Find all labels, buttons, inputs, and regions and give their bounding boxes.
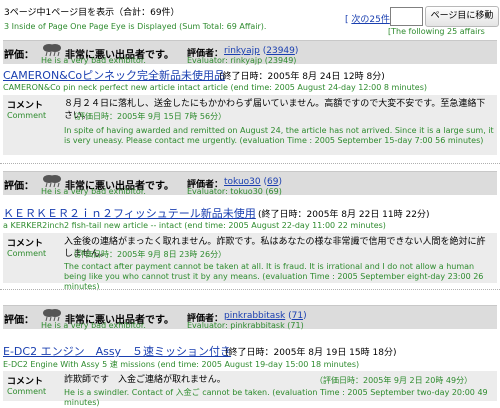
rating-label: 評価： [4,181,34,192]
auction-title-row: E-DC2 エンジン Assy ５速ミッション付き (終了日時：2005年 8月… [3,343,497,359]
auction-end-date: (終了日時：2005年 8月 19日 15時 18分) [225,348,397,358]
evaluator-user: rinkyajp (23949) [224,46,298,56]
evaluator-name-link[interactable]: tokuo30 [224,177,261,187]
feedback-header-bar: 評価： 非常に悪い出品者です。 He is a very bad exhibit… [3,40,497,65]
evaluator-user: pinkrabbitask (71) [224,311,307,321]
auction-end-date: (終了日時：2005年 8月 24日 12時 8分) [219,72,385,82]
evaluator-score-link[interactable]: 23949 [266,46,295,56]
evaluator-score-link[interactable]: 71 [292,311,303,321]
rating-label: 評価： [4,50,34,61]
evaluator-score-close: ) [278,177,282,187]
comment-label: コメント [7,101,44,111]
feedback-header-bar: 評価： 非常に悪い出品者です。 He is a very bad exhibit… [3,171,497,196]
auction-title-row: CAMERON&Coピンネック完全新品未使用品 (終了日時：2005年 8月 2… [3,67,497,83]
page-number-input[interactable] [390,7,423,26]
next-page-nav: [ 次の25件 ] [345,12,396,25]
evaluator-translation: Evaluator: pinkrabbitask (71) [187,321,304,330]
result-count-translation: 3 Inside of Page One Page Eye is Display… [4,22,267,31]
comment-date: （評価日時：2005年 9月 8日 23時 26分） [69,250,227,259]
feedback-item: 評価： 非常に悪い出品者です。 He is a very bad exhibit… [3,305,497,407]
rating-verdict-translation: He is a very bad exhibitor. [41,321,146,330]
auction-title-row: ＫＥＲＫＥＲ２ｉｎ２フィッシュテール新品未使用 (終了日時：2005年 8月 2… [3,205,497,221]
next-25-link[interactable]: 次の25件 [351,15,389,25]
evaluator-translation: Evaluator: rinkyajp (23949) [187,56,297,65]
divider [0,163,500,164]
comment-date: （評価日時：2005年 9月 15日 7時 56分） [69,112,227,121]
evaluator-score-close: ) [303,311,307,321]
comment-box: コメント Comment ８月２４日に落札し、送金したにもかかわらず届いていませ… [3,95,497,155]
results-header: 3ページ中1ページ目を表示（合計：69件） 3 Inside of Page O… [3,3,499,39]
auction-title-translation: a KERKER2inch2 fish-tail new article -- … [3,221,386,230]
comment-box: コメント Comment 詐欺師です 入金ご連絡が取れません。 （評価日時：20… [3,371,497,407]
auction-title-translation: E-DC2 Engine With Assy 5 速 missions (end… [3,360,360,369]
evaluator-translation: Evaluator: tokuo30 (69) [187,187,282,196]
following-affairs-note: [The following 25 affairs [388,27,485,36]
rating-label: 評価： [4,315,34,326]
comment-box: コメント Comment 入金後の連絡がまったく取れません。詐欺です。私はあなた… [3,233,497,291]
comment-label-translation: Comment [7,387,47,396]
next-prefix: [ [345,15,349,25]
rain-cloud-icon [43,309,61,322]
evaluator-name-link[interactable]: rinkyajp [224,46,260,56]
feedback-item: 評価： 非常に悪い出品者です。 He is a very bad exhibit… [3,171,497,291]
evaluator-score-link[interactable]: 69 [267,177,278,187]
auction-end-date: (終了日時：2005年 8月 22日 11時 22分) [258,210,430,220]
comment-translation: In spite of having awarded and remitted … [64,126,494,145]
comment-label: コメント [7,239,44,249]
evaluator-score-close: ) [294,46,299,56]
auction-title-translation: CAMERON&Co pin neck perfect new article … [3,83,428,92]
rain-cloud-icon [43,44,61,57]
result-count-text: 3ページ中1ページ目を表示（合計：69件） [4,8,180,18]
rating-verdict-translation: He is a very bad exhibitor. [41,187,146,196]
comment-label: コメント [7,377,44,387]
evaluator-user: tokuo30 (69) [224,177,282,187]
comment-label-translation: Comment [7,249,47,258]
go-to-page-button[interactable]: ページ目に移動 [425,6,499,27]
rating-verdict-translation: He is a very bad exhibitor. [41,56,146,65]
comment-label-translation: Comment [7,111,47,120]
feedback-header-bar: 評価： 非常に悪い出品者です。 He is a very bad exhibit… [3,305,497,330]
feedback-item: 評価： 非常に悪い出品者です。 He is a very bad exhibit… [3,40,497,158]
auction-title-link[interactable]: ＫＥＲＫＥＲ２ｉｎ２フィッシュテール新品未使用 [3,205,256,221]
comment-date: （評価日時：2005年 9月 2日 20時 49分） [315,376,473,385]
comment-translation: The contact after payment cannot be take… [64,262,484,291]
auction-title-link[interactable]: E-DC2 エンジン Assy ５速ミッション付き [3,343,231,359]
divider [0,289,500,290]
evaluator-name-link[interactable]: pinkrabbitask [224,311,285,321]
auction-title-link[interactable]: CAMERON&Coピンネック完全新品未使用品 [3,67,225,83]
comment-translation: He is a swindler. Contact of 入金ご cannot … [64,388,488,407]
rain-cloud-icon [43,175,61,188]
